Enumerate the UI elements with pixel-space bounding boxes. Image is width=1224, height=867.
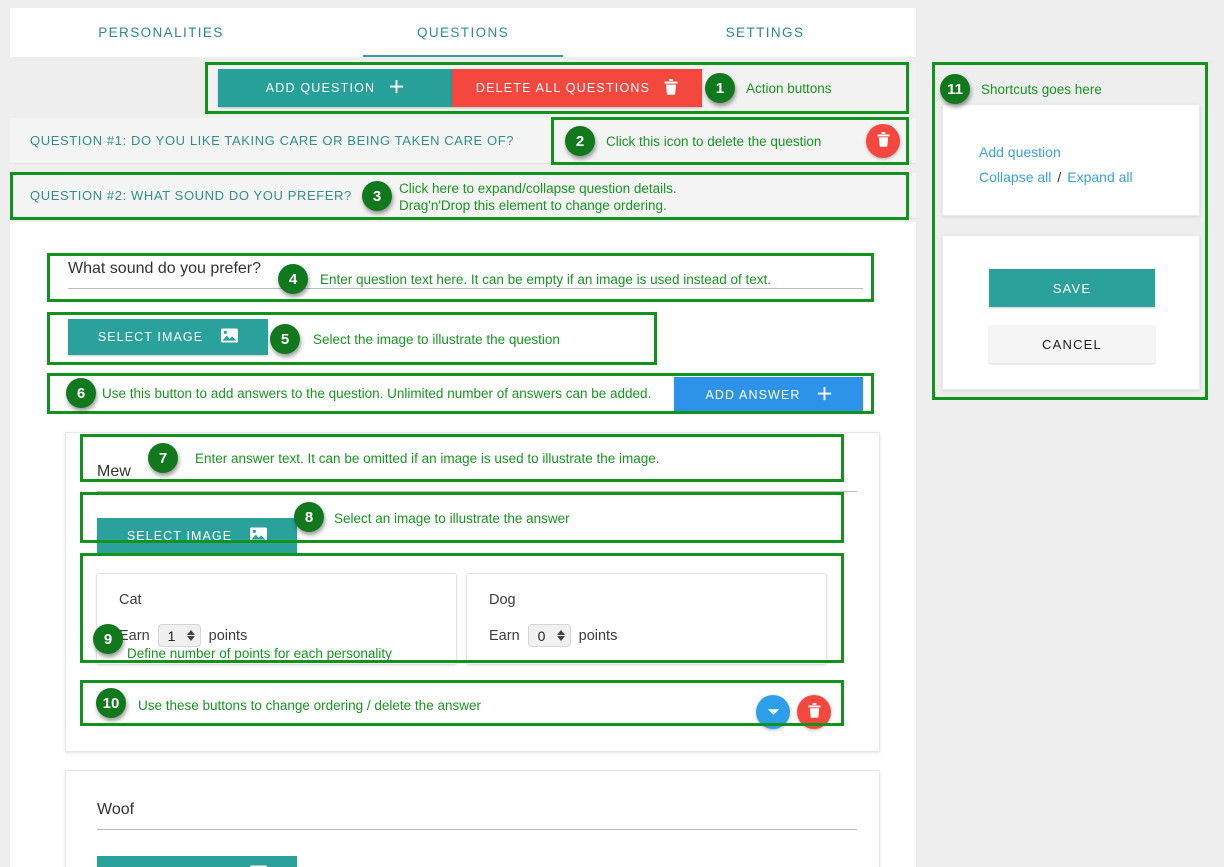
answer-select-image-label: SELECT IMAGE — [126, 529, 233, 543]
personality-name-dog: Dog — [489, 592, 516, 608]
add-question-label: ADD QUESTION — [265, 81, 376, 95]
personality-points-row-dog: Earn 0 points — [489, 624, 617, 647]
points-suffix-dog: points — [578, 627, 618, 644]
question-1-title: QUESTION #1: DO YOU LIKE TAKING CARE OR … — [30, 133, 515, 148]
add-question-button[interactable]: ADD QUESTION — [218, 69, 452, 107]
annotation-badge-5: 5 — [270, 324, 300, 354]
cancel-button[interactable]: CANCEL — [989, 325, 1155, 363]
annotation-text-11: Shortcuts goes here — [981, 82, 1102, 97]
delete-all-questions-button[interactable]: DELETE ALL QUESTIONS — [452, 69, 702, 107]
earn-label-dog: Earn — [489, 627, 520, 644]
shortcut-separator: / — [1057, 169, 1062, 185]
save-cancel-card: SAVE CANCEL — [942, 235, 1200, 390]
annotation-text-3: Click here to expand/collapse question d… — [399, 181, 677, 213]
annotation-badge-10: 10 — [96, 688, 126, 718]
shortcut-collapse-expand-row: Collapse all / Expand all — [979, 169, 1133, 185]
annotation-badge-3: 3 — [362, 181, 392, 211]
trash-icon — [664, 78, 678, 98]
answer-select-image-button[interactable]: SELECT IMAGE — [97, 518, 297, 554]
annotation-text-5: Select the image to illustrate the quest… — [313, 332, 560, 347]
annotation-badge-4: 4 — [278, 264, 308, 294]
personality-name-cat: Cat — [119, 592, 142, 608]
add-answer-button[interactable]: ADD ANSWER — [674, 377, 863, 413]
shortcut-add-question-link[interactable]: Add question — [979, 144, 1061, 160]
annotation-badge-7: 7 — [148, 443, 178, 473]
plus-icon — [817, 386, 832, 404]
shortcuts-card: Add question Collapse all / Expand all — [942, 104, 1200, 216]
question-2-title: QUESTION #2: WHAT SOUND DO YOU PREFER? — [30, 188, 352, 203]
personality-points-row-cat: Earn 1 points — [119, 624, 247, 647]
annotation-text-7: Enter answer text. It can be omitted if … — [195, 451, 660, 466]
question-select-image-button[interactable]: SELECT IMAGE — [68, 319, 268, 355]
annotation-text-1: Action buttons — [746, 81, 832, 96]
page-root: PERSONALITIES QUESTIONS SETTINGS ADD QUE… — [0, 0, 1224, 867]
answer-card-2: SELECT IMAGE — [65, 770, 880, 867]
annotation-text-10: Use these buttons to change ordering / d… — [138, 698, 481, 713]
earn-label-cat: Earn — [119, 627, 150, 644]
annotation-badge-2: 2 — [565, 126, 595, 156]
annotation-badge-8: 8 — [294, 502, 324, 532]
delete-all-label: DELETE ALL QUESTIONS — [475, 81, 651, 95]
image-icon — [221, 328, 239, 346]
points-value-cat: 1 — [167, 627, 176, 644]
chevron-down-icon — [767, 705, 780, 720]
personality-box-dog: Dog Earn 0 points — [466, 573, 827, 665]
delete-answer-button[interactable] — [797, 695, 831, 729]
stepper-arrows-icon[interactable] — [186, 630, 195, 641]
tab-personalities[interactable]: PERSONALITIES — [10, 8, 312, 57]
annotation-badge-6: 6 — [66, 378, 96, 408]
annotation-text-6: Use this button to add answers to the qu… — [102, 386, 652, 401]
image-icon — [250, 527, 268, 545]
annotation-text-8: Select an image to illustrate the answer — [334, 511, 570, 526]
trash-icon — [807, 703, 821, 721]
points-suffix-cat: points — [208, 627, 248, 644]
tab-settings[interactable]: SETTINGS — [614, 8, 916, 57]
trash-icon — [876, 131, 890, 150]
save-button[interactable]: SAVE — [989, 269, 1155, 307]
annotation-text-2: Click this icon to delete the question — [606, 134, 822, 149]
app-column: PERSONALITIES QUESTIONS SETTINGS ADD QUE… — [10, 0, 916, 867]
question-select-image-label: SELECT IMAGE — [97, 330, 204, 344]
move-answer-down-button[interactable] — [756, 695, 790, 729]
tab-bar: PERSONALITIES QUESTIONS SETTINGS — [10, 8, 916, 57]
annotation-badge-9: 9 — [93, 624, 123, 654]
answer-2-select-image-button[interactable]: SELECT IMAGE — [97, 856, 297, 867]
points-stepper-cat[interactable]: 1 — [157, 624, 201, 647]
annotation-badge-1: 1 — [705, 73, 735, 103]
annotation-badge-11: 11 — [940, 74, 970, 104]
shortcut-expand-all-link[interactable]: Expand all — [1067, 169, 1132, 185]
annotation-text-4: Enter question text here. It can be empt… — [320, 272, 772, 287]
answer-2-text-field-wrap — [97, 796, 857, 830]
points-value-dog: 0 — [537, 627, 546, 644]
question-detail-panel: SELECT IMAGE ADD ANSWER — [10, 222, 916, 867]
stepper-arrows-icon[interactable] — [556, 630, 565, 641]
add-answer-label: ADD ANSWER — [705, 388, 801, 402]
tab-questions[interactable]: QUESTIONS — [312, 8, 614, 57]
plus-icon — [389, 79, 404, 97]
shortcut-collapse-all-link[interactable]: Collapse all — [979, 169, 1051, 185]
answer-2-text-input[interactable] — [97, 796, 857, 830]
annotation-text-9: Define number of points for each persona… — [127, 646, 392, 661]
delete-question-1-button[interactable] — [866, 123, 900, 158]
points-stepper-dog[interactable]: 0 — [527, 624, 571, 647]
